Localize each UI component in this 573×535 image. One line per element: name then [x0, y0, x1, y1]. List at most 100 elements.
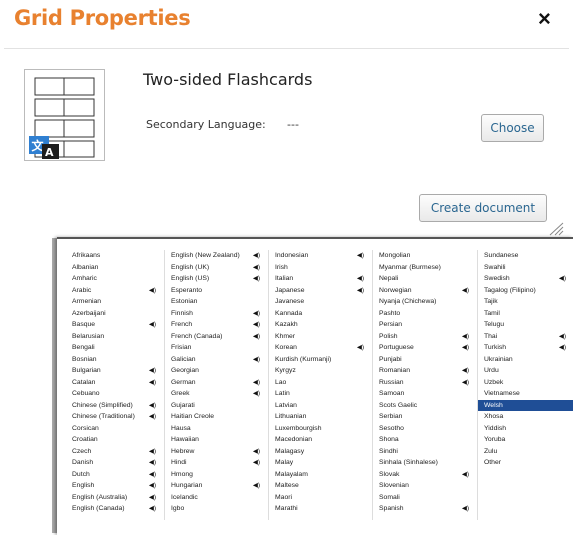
language-option[interactable]: Slovak ◀)	[373, 469, 477, 481]
language-option[interactable]: French ◀)	[165, 319, 268, 331]
language-option[interactable]: Myanmar (Burmese)	[373, 262, 477, 274]
language-option[interactable]: Shona	[373, 434, 477, 446]
language-option[interactable]: Latvian	[269, 400, 372, 412]
language-option[interactable]: Other	[478, 457, 573, 469]
language-option[interactable]: Irish	[269, 262, 372, 274]
language-option[interactable]: Slovenian	[373, 480, 477, 492]
language-option[interactable]: Kannada	[269, 308, 372, 320]
language-option[interactable]: English (Australia) ◀)	[66, 492, 164, 504]
language-option[interactable]: Lao	[269, 377, 372, 389]
language-option[interactable]: Punjabi	[373, 354, 477, 366]
language-option[interactable]: Nepali	[373, 273, 477, 285]
language-option[interactable]: Maori	[269, 492, 372, 504]
language-option[interactable]: English (New Zealand) ◀)	[165, 250, 268, 262]
language-option[interactable]: Hmong	[165, 469, 268, 481]
language-option[interactable]: Portuguese ◀)	[373, 342, 477, 354]
language-option[interactable]: Yoruba	[478, 434, 573, 446]
language-option[interactable]: Javanese	[269, 296, 372, 308]
language-option[interactable]: Indonesian ◀)	[269, 250, 372, 262]
language-option[interactable]: Chinese (Simplified) ◀)	[66, 400, 164, 412]
language-option[interactable]: Vietnamese	[478, 388, 573, 400]
language-option[interactable]: Malayalam	[269, 469, 372, 481]
language-option[interactable]: Scots Gaelic	[373, 400, 477, 412]
language-option[interactable]: Bosnian	[66, 354, 164, 366]
language-option[interactable]: Macedonian	[269, 434, 372, 446]
language-option[interactable]: English (US) ◀)	[165, 273, 268, 285]
language-option[interactable]: German ◀)	[165, 377, 268, 389]
language-option[interactable]: Xhosa	[478, 411, 573, 423]
language-option[interactable]: Nyanja (Chichewa)	[373, 296, 477, 308]
language-option[interactable]: Frisian	[165, 342, 268, 354]
language-option[interactable]: Arabic ◀)	[66, 285, 164, 297]
language-option[interactable]: Sindhi	[373, 446, 477, 458]
language-option[interactable]: Cebuano	[66, 388, 164, 400]
language-option[interactable]: Malay	[269, 457, 372, 469]
language-option[interactable]: Hungarian ◀)	[165, 480, 268, 492]
resize-grip-icon[interactable]	[548, 222, 564, 236]
language-option[interactable]: Spanish ◀)	[373, 503, 477, 515]
language-option[interactable]: Croatian	[66, 434, 164, 446]
language-option[interactable]: Afrikaans	[66, 250, 164, 262]
language-option[interactable]: Greek ◀)	[165, 388, 268, 400]
language-option[interactable]: Czech ◀)	[66, 446, 164, 458]
language-option[interactable]: Ukrainian	[478, 354, 573, 366]
choose-button[interactable]: Choose	[481, 114, 544, 142]
close-icon[interactable]: ×	[538, 6, 551, 32]
language-option[interactable]: Zulu	[478, 446, 573, 458]
language-option[interactable]: Norwegian ◀)	[373, 285, 477, 297]
language-option[interactable]: French (Canada) ◀)	[165, 331, 268, 343]
language-option[interactable]: Russian ◀)	[373, 377, 477, 389]
language-option[interactable]: Bulgarian ◀)	[66, 365, 164, 377]
language-option[interactable]: Italian ◀)	[269, 273, 372, 285]
language-option[interactable]: Tajik	[478, 296, 573, 308]
language-option[interactable]: Somali	[373, 492, 477, 504]
language-option[interactable]: Kazakh	[269, 319, 372, 331]
language-option[interactable]: Kurdish (Kurmanji)	[269, 354, 372, 366]
language-option[interactable]: Khmer	[269, 331, 372, 343]
language-option[interactable]: English (UK) ◀)	[165, 262, 268, 274]
language-option[interactable]: Serbian	[373, 411, 477, 423]
language-option[interactable]: Igbo	[165, 503, 268, 515]
language-option[interactable]: Mongolian	[373, 250, 477, 262]
language-option[interactable]: Corsican	[66, 423, 164, 435]
language-option[interactable]: Thai ◀)	[478, 331, 573, 343]
language-option[interactable]: Persian	[373, 319, 477, 331]
language-option[interactable]: Catalan ◀)	[66, 377, 164, 389]
language-option[interactable]: Latin	[269, 388, 372, 400]
language-option[interactable]: Hausa	[165, 423, 268, 435]
language-option[interactable]: Belarusian	[66, 331, 164, 343]
language-option[interactable]: Sinhala (Sinhalese)	[373, 457, 477, 469]
language-option[interactable]: Telugu	[478, 319, 573, 331]
language-option[interactable]: Sundanese	[478, 250, 573, 262]
language-option[interactable]: Polish ◀)	[373, 331, 477, 343]
language-option[interactable]: Turkish ◀)	[478, 342, 573, 354]
language-option[interactable]: Malagasy	[269, 446, 372, 458]
language-option[interactable]: Welsh	[478, 399, 573, 411]
language-option[interactable]: Danish ◀)	[66, 457, 164, 469]
language-option[interactable]: Korean ◀)	[269, 342, 372, 354]
language-option[interactable]: Tagalog (Filipino)	[478, 285, 573, 297]
language-option[interactable]: Japanese ◀)	[269, 285, 372, 297]
language-option[interactable]: Maltese	[269, 480, 372, 492]
language-option[interactable]: Yiddish	[478, 423, 573, 435]
language-option[interactable]: Azerbaijani	[66, 308, 164, 320]
language-option[interactable]: Sesotho	[373, 423, 477, 435]
language-option[interactable]: Luxembourgish	[269, 423, 372, 435]
language-option[interactable]: Marathi	[269, 503, 372, 515]
language-option[interactable]: Urdu	[478, 365, 573, 377]
language-option[interactable]: Hindi ◀)	[165, 457, 268, 469]
language-option[interactable]: Hawaiian	[165, 434, 268, 446]
language-option[interactable]: English ◀)	[66, 480, 164, 492]
language-option[interactable]: Dutch ◀)	[66, 469, 164, 481]
language-option[interactable]: Gujarati	[165, 400, 268, 412]
language-option[interactable]: Romanian ◀)	[373, 365, 477, 377]
language-option[interactable]: Haitian Creole	[165, 411, 268, 423]
language-option[interactable]: Armenian	[66, 296, 164, 308]
language-option[interactable]: Amharic	[66, 273, 164, 285]
language-option[interactable]: Lithuanian	[269, 411, 372, 423]
language-option[interactable]: Tamil	[478, 308, 573, 320]
language-option[interactable]: Albanian	[66, 262, 164, 274]
language-option[interactable]: English (Canada) ◀)	[66, 503, 164, 515]
create-document-button[interactable]: Create document	[419, 194, 547, 222]
language-option[interactable]: Basque ◀)	[66, 319, 164, 331]
